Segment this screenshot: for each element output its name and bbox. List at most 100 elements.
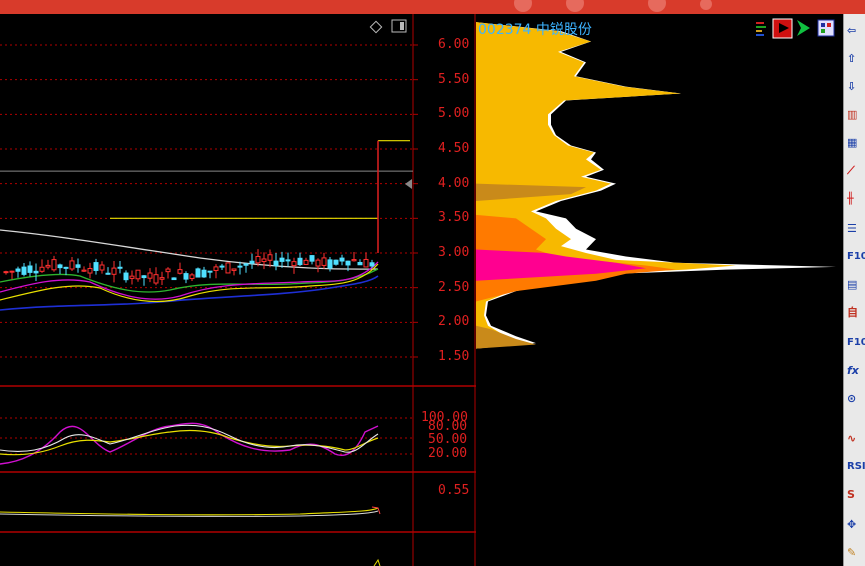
diamond-icon[interactable]: [369, 20, 383, 34]
price-gridlines: [0, 44, 418, 358]
candle-body: [351, 259, 357, 262]
custom-icon[interactable]: 自: [847, 304, 865, 322]
stock-code-name: 002374 中锐股份: [478, 22, 592, 38]
candle-body: [129, 275, 135, 279]
bars-icon[interactable]: [756, 22, 766, 36]
toolbar-icons: [756, 18, 835, 39]
candle-body: [309, 255, 315, 262]
rsi-icon[interactable]: RSI: [847, 458, 865, 476]
candle-body: [177, 269, 183, 274]
candle-body: [357, 261, 363, 266]
candle-body: [315, 259, 321, 267]
f10-alt-icon[interactable]: F10: [847, 334, 865, 352]
sub-indicator-panel: [0, 506, 381, 566]
circle-icon[interactable]: [514, 0, 532, 12]
candle-body: [261, 258, 267, 263]
candle-body: [99, 264, 105, 271]
down-arrow-icon[interactable]: ⇩: [847, 78, 865, 96]
candlesticks: [3, 140, 379, 286]
candle-body: [45, 264, 51, 268]
candles-icon[interactable]: ╫: [847, 190, 865, 208]
play-icon[interactable]: [772, 18, 793, 39]
move-icon[interactable]: ✥: [847, 516, 865, 534]
circle-icon[interactable]: [700, 0, 712, 10]
ma-line-magenta: [0, 261, 379, 300]
price-axis-label: 2.00: [438, 314, 470, 330]
price-axis-label: 1.50: [438, 349, 470, 364]
window-icon[interactable]: [391, 19, 407, 33]
price-axis-label: 2.50: [438, 279, 470, 295]
table-icon[interactable]: ▦: [847, 134, 865, 152]
candle-body: [297, 257, 303, 266]
line-chart-icon[interactable]: ⟋: [847, 162, 865, 180]
circle-icon[interactable]: [566, 0, 584, 12]
back-arrow-icon[interactable]: ⇦: [847, 22, 865, 40]
candle-body: [93, 262, 99, 271]
kdj-panel: [0, 417, 413, 465]
candle-body: [369, 262, 375, 267]
volume-profile: [476, 22, 836, 349]
candle-body: [27, 265, 33, 273]
circle-icon[interactable]: [648, 0, 666, 12]
price-axis-label: 5.50: [438, 71, 470, 87]
candle-body: [147, 272, 153, 279]
candle-body: [51, 259, 57, 271]
candle-body: [3, 271, 9, 274]
stock-title: 002374 中锐股份: [478, 19, 592, 39]
candle-body: [87, 267, 93, 274]
candle-body: [321, 257, 327, 266]
chip-distribution-chart[interactable]: [476, 14, 843, 566]
kline-chart[interactable]: [0, 14, 476, 566]
f10-icon[interactable]: F10: [847, 248, 865, 266]
kdj-line-k: [0, 424, 379, 453]
up-arrow-icon[interactable]: ⇧: [847, 50, 865, 68]
candle-body: [219, 265, 225, 268]
candle-body: [105, 272, 111, 275]
candle-body: [165, 268, 171, 273]
candle-body: [339, 257, 345, 262]
price-pointer-icon: [405, 179, 412, 189]
kline-icon[interactable]: ▥: [847, 106, 865, 124]
candle-body: [135, 269, 141, 280]
chip-icon[interactable]: ▤: [847, 276, 865, 294]
candle-body: [111, 267, 117, 275]
candle-body: [267, 254, 273, 261]
price-axis-label: 4.50: [438, 141, 470, 156]
kdj-axis-label: 50.00: [428, 432, 468, 447]
dollar-icon[interactable]: S: [847, 486, 865, 504]
candle-body: [255, 255, 261, 264]
kdj-axis-label: 20.00: [428, 446, 468, 461]
candle-body: [159, 277, 165, 280]
list-icon[interactable]: ☰: [847, 220, 865, 238]
candle-body: [345, 260, 351, 266]
candle-body: [183, 273, 189, 280]
right-toolbar: ⇦ ⇧ ⇩ ▥ ▦ ⟋ ╫ ☰ F10 ▤ 自 F10 fx ⊙ ∿ RSI S…: [843, 14, 865, 566]
arrow-icon[interactable]: [797, 20, 810, 36]
candle-body: [327, 259, 333, 269]
candle-body: [153, 274, 159, 284]
candle-body: [15, 268, 21, 272]
candle-body: [75, 264, 81, 268]
wave-icon[interactable]: ∿: [847, 430, 865, 448]
candle-body: [195, 268, 201, 278]
ma-line-white: [0, 229, 379, 270]
candle-body: [279, 257, 285, 262]
candle-body: [39, 266, 45, 272]
price-axis-label: 6.00: [438, 37, 470, 52]
candle-body: [81, 269, 87, 272]
search-icon[interactable]: ⊙: [847, 390, 865, 408]
candle-body: [285, 259, 291, 262]
formula-icon[interactable]: fx: [847, 362, 865, 380]
candle-body: [57, 264, 63, 269]
candle-body: [303, 259, 309, 265]
candle-body: [63, 266, 69, 269]
pen-icon[interactable]: ✎: [847, 544, 865, 562]
price-axis-label: 4.00: [438, 175, 470, 191]
candle-body: [291, 261, 297, 267]
candle-body: [273, 260, 279, 267]
candle-body: [237, 265, 243, 268]
profile-layer-brown: [476, 325, 536, 349]
grid-icon[interactable]: [817, 19, 835, 37]
candle-body: [231, 268, 237, 271]
candle-body: [9, 270, 15, 273]
